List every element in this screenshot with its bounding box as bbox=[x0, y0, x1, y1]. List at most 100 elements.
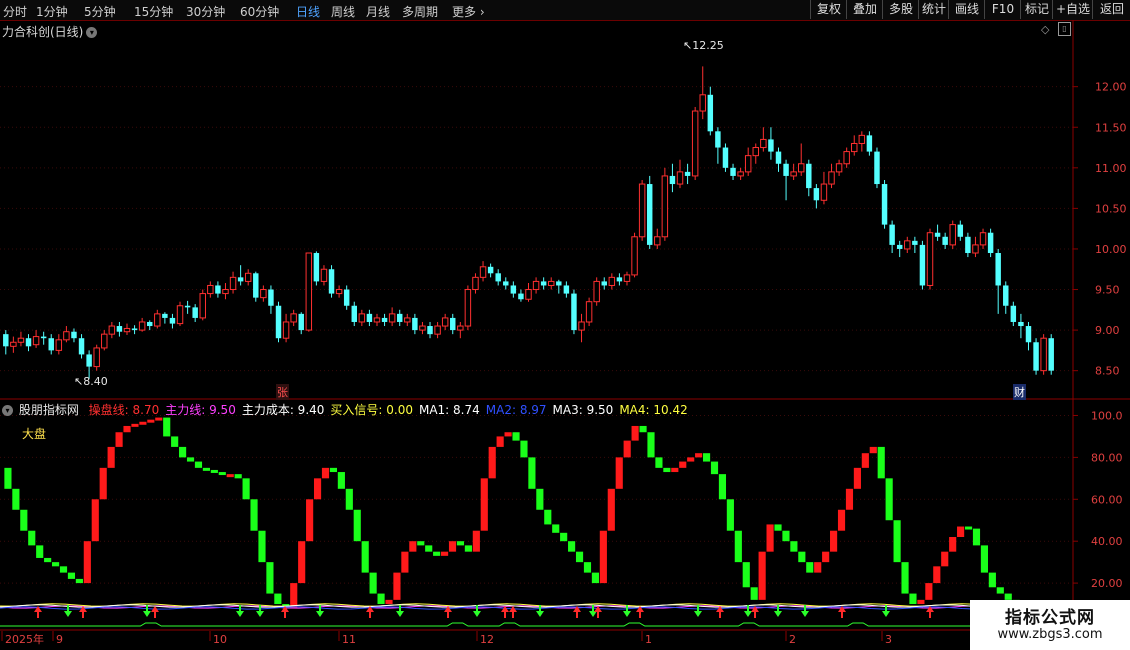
low-arrow-icon: ↖ bbox=[74, 375, 84, 388]
osc-bar bbox=[401, 551, 409, 573]
candle-body bbox=[450, 317, 456, 331]
osc-bar bbox=[107, 446, 115, 468]
candle-body bbox=[131, 328, 138, 331]
market-label: 大盘 bbox=[22, 427, 47, 441]
indicator-name[interactable]: 股朋指标网 bbox=[19, 403, 79, 417]
time-axis: 2025年 9 10 11 12 1 2 3 bbox=[1, 631, 892, 646]
candle-body bbox=[965, 236, 971, 254]
osc-bar bbox=[528, 457, 536, 489]
low-price-label: ↖8.40 bbox=[74, 375, 108, 388]
chevron-down-icon[interactable]: ▾ bbox=[2, 405, 13, 416]
osc-bar bbox=[972, 528, 981, 546]
arrow-head bbox=[801, 611, 809, 617]
osc-bar bbox=[837, 509, 846, 531]
candle-body bbox=[48, 338, 54, 351]
candle-body bbox=[813, 188, 820, 201]
price-tick-label: 11.00 bbox=[1095, 162, 1127, 175]
osc-bar bbox=[441, 551, 449, 556]
osc-bar bbox=[734, 530, 742, 563]
osc-bar bbox=[941, 551, 949, 567]
osc-bar bbox=[258, 530, 266, 563]
candle-body bbox=[828, 171, 835, 185]
osc-bar bbox=[552, 524, 560, 533]
price-tick-label: 11.50 bbox=[1095, 121, 1127, 134]
limit-up-marker[interactable]: 张 bbox=[276, 384, 289, 400]
osc-bar bbox=[663, 467, 671, 473]
candle-body bbox=[305, 252, 313, 331]
osc-bar bbox=[131, 423, 139, 427]
low-price-value: 8.40 bbox=[83, 375, 108, 388]
chart-canvas[interactable]: 12.00 11.50 11.00 10.50 10.00 9.50 9.00 8.50 10… bbox=[0, 0, 1130, 650]
osc-bar bbox=[599, 530, 607, 584]
osc-bar bbox=[909, 593, 917, 605]
osc-bar bbox=[123, 425, 131, 433]
osc-bar bbox=[218, 472, 226, 476]
indicator-item-0: 操盘线: 8.70 bbox=[88, 403, 160, 417]
osc-bar bbox=[980, 545, 988, 573]
osc-bar bbox=[964, 526, 973, 530]
up-arrow-icon bbox=[444, 606, 452, 618]
candle-body bbox=[215, 285, 221, 294]
osc-bar bbox=[12, 488, 20, 510]
candle-body bbox=[987, 232, 994, 254]
candle-body bbox=[775, 151, 782, 164]
osc-bar bbox=[520, 440, 528, 458]
price-grid bbox=[0, 86, 1073, 372]
candle-body bbox=[919, 244, 926, 286]
osc-bar bbox=[742, 562, 750, 588]
candle-body bbox=[949, 224, 956, 246]
osc-bar bbox=[949, 537, 957, 552]
candle-body bbox=[192, 307, 198, 318]
osc-bar bbox=[409, 541, 417, 552]
candle-body bbox=[86, 354, 92, 367]
arrow-head bbox=[473, 611, 481, 617]
candle-body bbox=[571, 293, 577, 331]
candle-body bbox=[17, 337, 25, 343]
osc-bar bbox=[210, 469, 218, 473]
osc-bar bbox=[536, 488, 544, 510]
candle-body bbox=[556, 281, 562, 286]
osc-bar bbox=[496, 436, 504, 447]
candle-body bbox=[744, 155, 752, 173]
osc-tick-label: 60.00 bbox=[1091, 493, 1123, 506]
candle-body bbox=[184, 305, 191, 308]
candle-body bbox=[108, 325, 116, 335]
candle-body bbox=[32, 336, 40, 346]
arrow-head bbox=[64, 611, 72, 617]
osc-bar bbox=[488, 446, 496, 479]
candle-body bbox=[404, 317, 411, 323]
candle-body bbox=[540, 281, 547, 286]
candlesticks bbox=[3, 66, 1054, 379]
time-tick-label: 2025年 bbox=[5, 632, 44, 646]
osc-bar bbox=[4, 467, 12, 489]
candle-body bbox=[942, 236, 948, 245]
osc-bar bbox=[591, 572, 599, 584]
osc-bar bbox=[417, 541, 425, 546]
candle-body bbox=[912, 240, 918, 245]
finance-marker[interactable]: 财 bbox=[1013, 384, 1026, 400]
candle-body bbox=[268, 289, 274, 306]
candle-body bbox=[123, 327, 131, 333]
candle-body bbox=[957, 224, 964, 237]
indicator-item-7: MA4: 10.42 bbox=[619, 403, 688, 417]
oscillator-axis: 100.0 80.00 60.00 40.00 20.00 bbox=[1073, 409, 1123, 590]
candle-body bbox=[1003, 285, 1009, 306]
arrow-head bbox=[623, 611, 631, 617]
candle-body bbox=[638, 183, 646, 238]
osc-bar bbox=[321, 467, 330, 479]
arrow-head bbox=[536, 611, 544, 617]
candle-body bbox=[441, 317, 449, 327]
osc-bar bbox=[655, 457, 663, 468]
up-arrow-icon bbox=[509, 606, 517, 618]
candle-body bbox=[93, 347, 100, 368]
osc-bar bbox=[306, 499, 314, 542]
candle-body bbox=[752, 147, 759, 157]
osc-bar bbox=[28, 530, 36, 546]
price-axis: 12.00 11.50 11.00 10.50 10.00 9.50 9.00 8.50 bbox=[0, 20, 1130, 650]
osc-bar bbox=[179, 446, 187, 458]
candle-body bbox=[820, 183, 828, 201]
candle-body bbox=[63, 331, 70, 341]
osc-bar bbox=[512, 432, 520, 441]
osc-bar bbox=[885, 478, 893, 521]
candle-body bbox=[669, 175, 676, 185]
